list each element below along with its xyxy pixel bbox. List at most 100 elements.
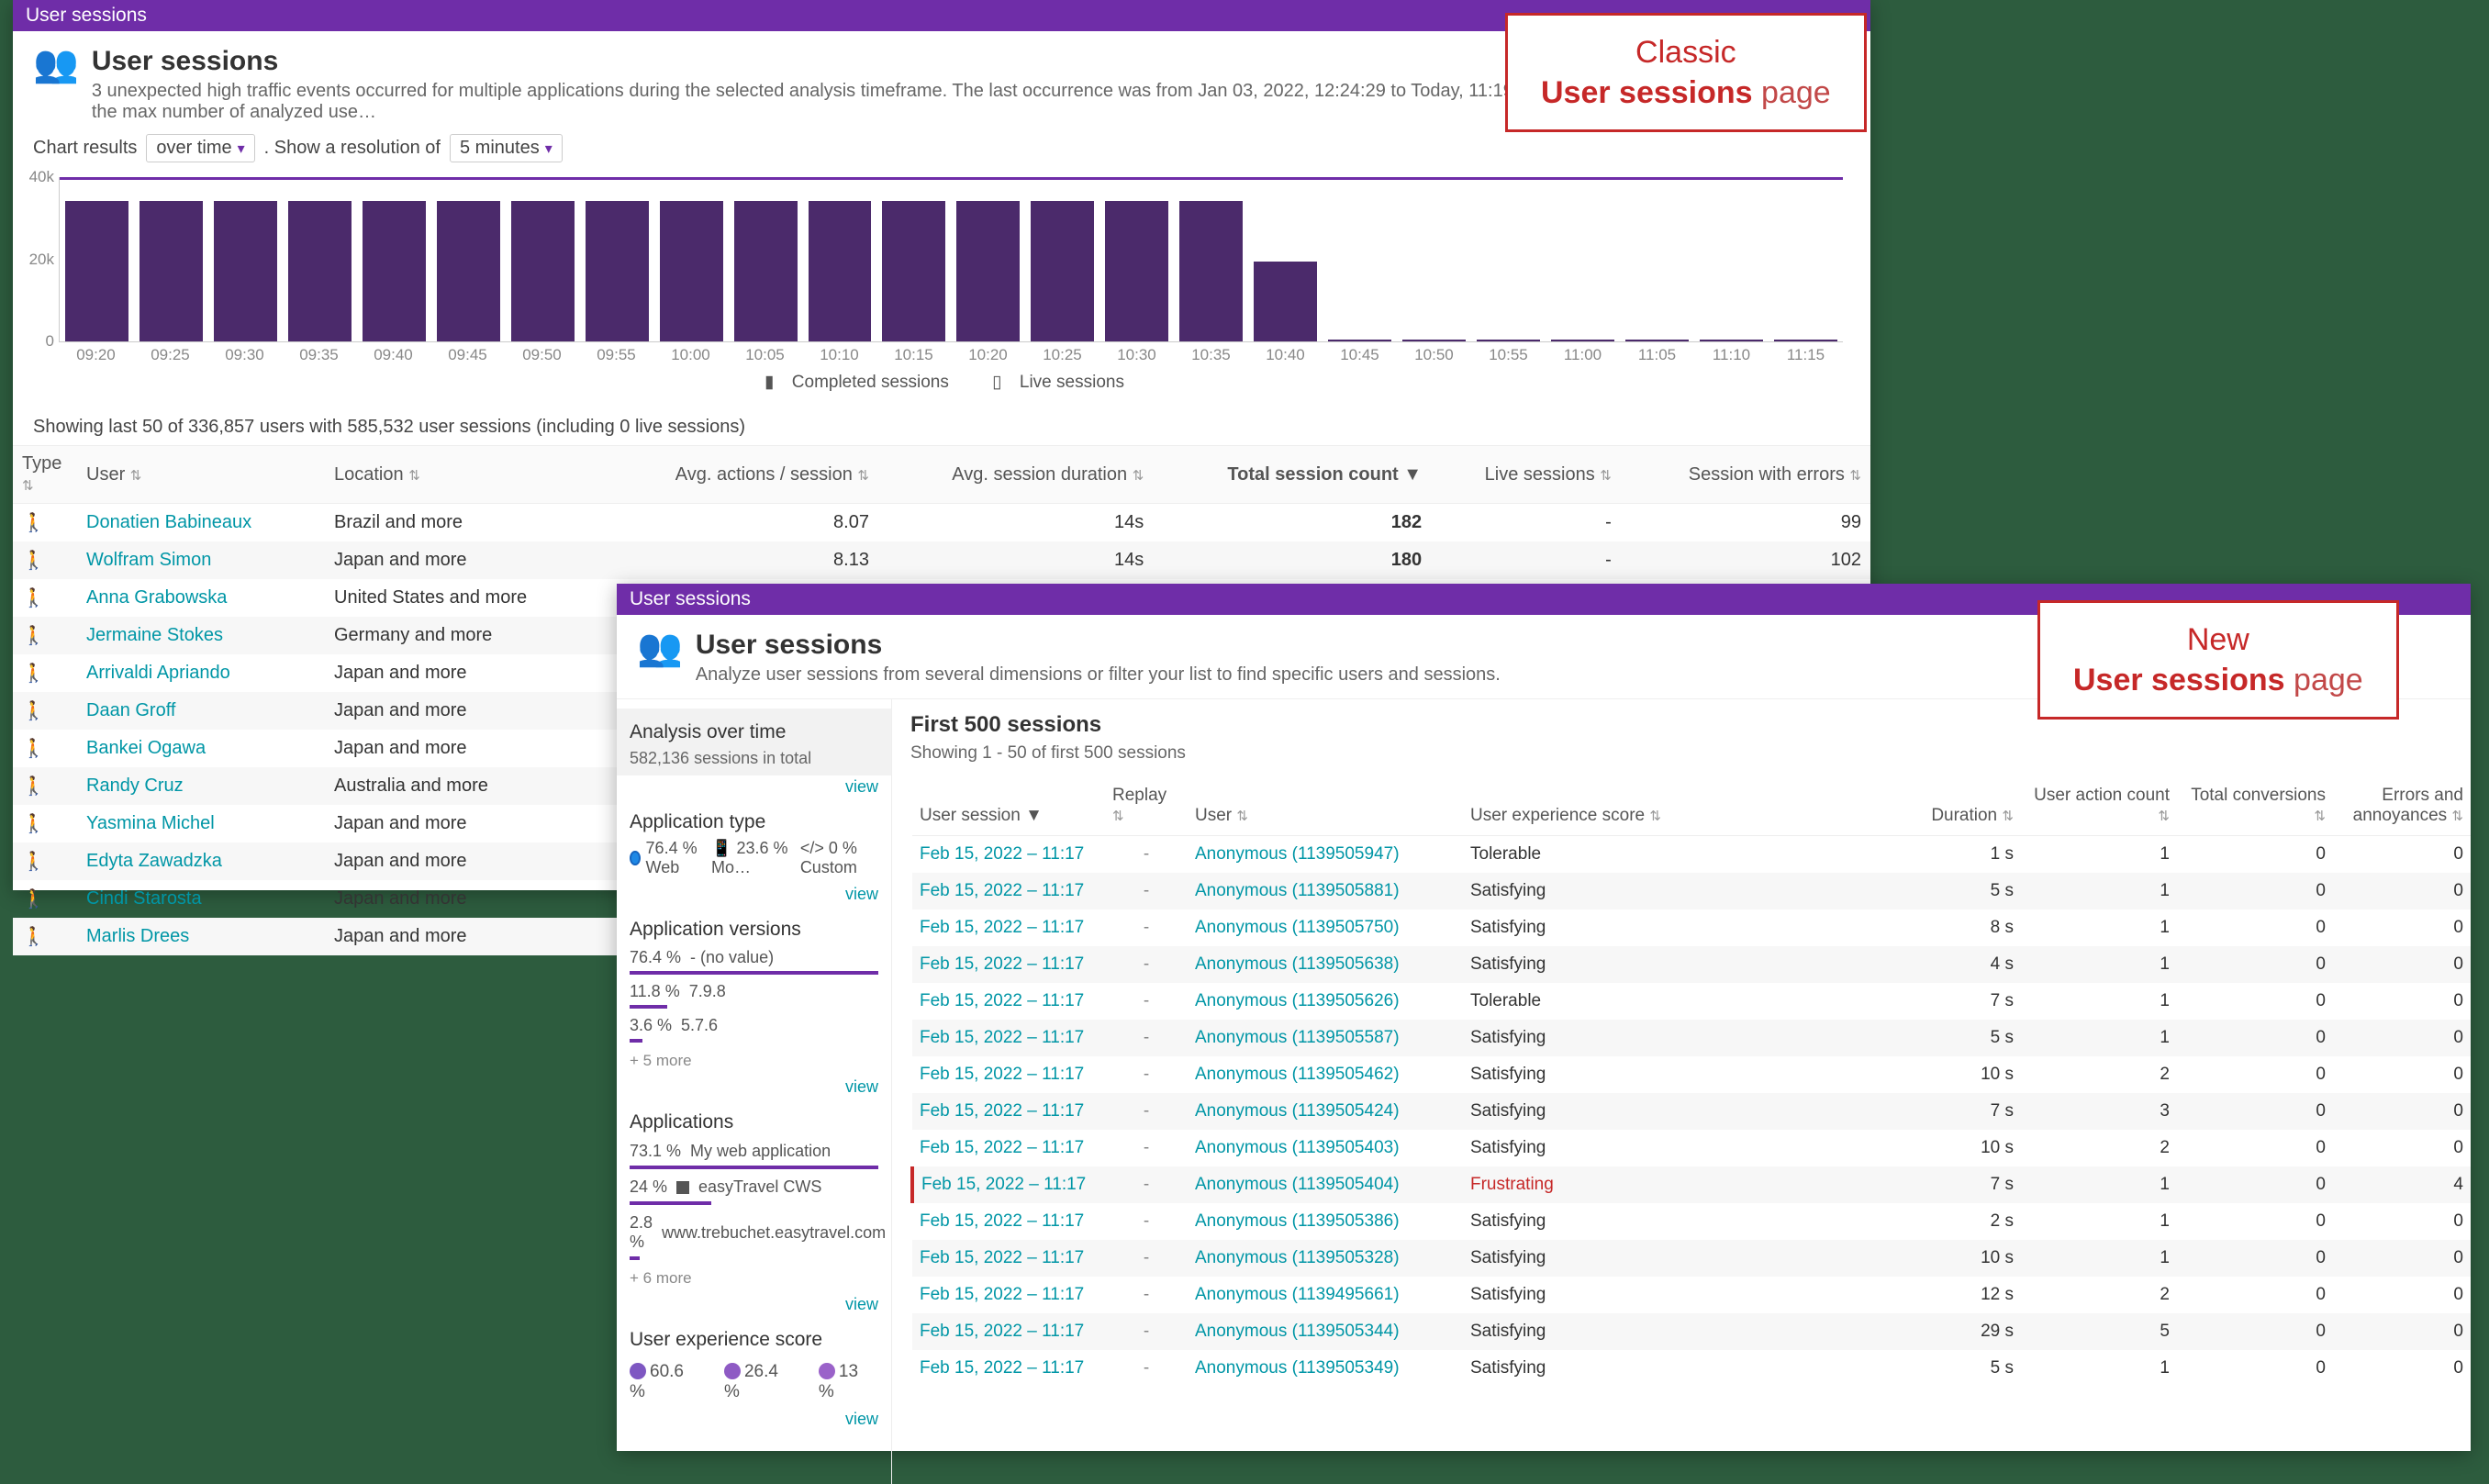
apptype-chip[interactable]: </> 0 % Custom	[800, 839, 878, 877]
table-row[interactable]: Feb 15, 2022 – 11:17-Anonymous (11395054…	[912, 1093, 2471, 1130]
user-link[interactable]: Anonymous (1139505328)	[1195, 1248, 1400, 1267]
col-type[interactable]: Type ⇅	[13, 446, 77, 504]
user-link[interactable]: Anonymous (1139505344)	[1195, 1322, 1400, 1341]
col-session[interactable]: User session ▼	[912, 776, 1105, 836]
session-link[interactable]: Feb 15, 2022 – 11:17	[920, 991, 1084, 1010]
user-link[interactable]: Wolfram Simon	[86, 550, 211, 570]
session-link[interactable]: Feb 15, 2022 – 11:17	[920, 1248, 1084, 1267]
user-link[interactable]: Anonymous (1139495661)	[1195, 1285, 1400, 1304]
table-row[interactable]: Feb 15, 2022 – 11:17-Anonymous (11394956…	[912, 1277, 2471, 1313]
col-errors[interactable]: Session with errors ⇅	[1621, 446, 1870, 504]
col-actions[interactable]: User action count ⇅	[2021, 776, 2177, 836]
uxs-chip[interactable]: 13 %	[819, 1362, 878, 1402]
session-link[interactable]: Feb 15, 2022 – 11:17	[920, 1101, 1084, 1121]
chart-results-select[interactable]: over time▾	[146, 134, 254, 162]
user-link[interactable]: Anonymous (1139505349)	[1195, 1358, 1400, 1378]
session-link[interactable]: Feb 15, 2022 – 11:17	[920, 1028, 1084, 1047]
user-link[interactable]: Anonymous (1139505424)	[1195, 1101, 1400, 1121]
appver-row[interactable]: 11.8 %7.9.8	[630, 980, 878, 1003]
view-link[interactable]: view	[617, 883, 891, 911]
col-user[interactable]: User ⇅	[1188, 776, 1463, 836]
user-link[interactable]: Donatien Babineaux	[86, 512, 251, 532]
user-link[interactable]: Randy Cruz	[86, 775, 184, 796]
cell-replay: -	[1112, 1248, 1180, 1268]
view-link[interactable]: view	[617, 775, 891, 804]
col-total-count[interactable]: Total session count ▼	[1153, 446, 1431, 504]
table-row[interactable]: Feb 15, 2022 – 11:17-Anonymous (11395056…	[912, 983, 2471, 1020]
table-row[interactable]: Feb 15, 2022 – 11:17 -Anonymous (11395053…	[912, 1240, 2471, 1277]
apptype-chip[interactable]: 📱 23.6 % Mo…	[711, 839, 791, 877]
app-row[interactable]: 24 %easyTravel CWS	[630, 1175, 878, 1199]
col-uxs[interactable]: User experience score ⇅	[1463, 776, 1902, 836]
user-link[interactable]: Anonymous (1139505462)	[1195, 1065, 1400, 1084]
session-link[interactable]: Feb 15, 2022 – 11:17	[920, 1358, 1084, 1378]
session-link[interactable]: Feb 15, 2022 – 11:17	[920, 954, 1084, 974]
table-row[interactable]: Feb 15, 2022 – 11:17-Anonymous (11395055…	[912, 1020, 2471, 1056]
user-link[interactable]: Marlis Drees	[86, 926, 189, 946]
table-row[interactable]: Feb 15, 2022 – 11:17-Anonymous (11395053…	[912, 1203, 2471, 1240]
table-row[interactable]: Feb 15, 2022 – 11:17-Anonymous (11395054…	[912, 1166, 2471, 1203]
session-link[interactable]: Feb 15, 2022 – 11:17	[920, 1138, 1084, 1157]
appver-row[interactable]: 76.4 %- (no value)	[630, 946, 878, 969]
user-link[interactable]: Bankei Ogawa	[86, 738, 206, 758]
table-row[interactable]: 🚶Donatien BabineauxBrazil and more8.0714…	[13, 504, 1870, 542]
session-link[interactable]: Feb 15, 2022 – 11:17	[921, 1175, 1086, 1194]
session-link[interactable]: Feb 15, 2022 – 11:17	[920, 1285, 1084, 1304]
col-conversions[interactable]: Total conversions ⇅	[2177, 776, 2333, 836]
table-row[interactable]: Feb 15, 2022 – 11:17-Anonymous (11395054…	[912, 1056, 2471, 1093]
cell-duration: 2 s	[1902, 1203, 2021, 1240]
user-link[interactable]: Anonymous (1139505404)	[1195, 1175, 1400, 1194]
apps-more[interactable]: + 6 more	[630, 1266, 878, 1288]
table-row[interactable]: 🚶Wolfram SimonJapan and more8.1314s180-1…	[13, 541, 1870, 579]
user-link[interactable]: Cindi Starosta	[86, 888, 202, 909]
table-row[interactable]: Feb 15, 2022 – 11:17-Anonymous (11395053…	[912, 1313, 2471, 1350]
col-avg-actions[interactable]: Avg. actions / session ⇅	[601, 446, 878, 504]
session-link[interactable]: Feb 15, 2022 – 11:17	[920, 881, 1084, 900]
col-avg-duration[interactable]: Avg. session duration ⇅	[878, 446, 1153, 504]
col-location[interactable]: Location ⇅	[325, 446, 601, 504]
uxs-chip[interactable]: 26.4 %	[724, 1362, 798, 1402]
col-errors[interactable]: Errors and annoyances ⇅	[2333, 776, 2471, 836]
apptype-chip[interactable]: 76.4 % Web	[630, 839, 702, 877]
col-live[interactable]: Live sessions ⇅	[1431, 446, 1621, 504]
table-row[interactable]: Feb 15, 2022 – 11:17-Anonymous (11395054…	[912, 1130, 2471, 1166]
app-row[interactable]: 73.1 %My web application	[630, 1139, 878, 1164]
user-link[interactable]: Anonymous (1139505386)	[1195, 1211, 1400, 1231]
session-link[interactable]: Feb 15, 2022 – 11:17	[920, 1322, 1084, 1341]
user-link[interactable]: Anonymous (1139505750)	[1195, 918, 1400, 937]
table-row[interactable]: Feb 15, 2022 – 11:17-Anonymous (11395053…	[912, 1350, 2471, 1387]
table-row[interactable]: Feb 15, 2022 – 11:17-Anonymous (11395059…	[912, 836, 2471, 874]
user-link[interactable]: Daan Groff	[86, 700, 175, 720]
col-replay[interactable]: Replay ⇅	[1105, 776, 1188, 836]
user-link[interactable]: Anna Grabowska	[86, 587, 227, 608]
view-link[interactable]: view	[617, 1408, 891, 1436]
user-link[interactable]: Jermaine Stokes	[86, 625, 223, 645]
cell-errors: 0	[2333, 873, 2471, 909]
uxs-chip[interactable]: 60.6 %	[630, 1362, 704, 1402]
app-row[interactable]: 2.8 %www.trebuchet.easytravel.com	[630, 1211, 878, 1255]
table-row[interactable]: Feb 15, 2022 – 11:17-Anonymous (11395057…	[912, 909, 2471, 946]
session-link[interactable]: Feb 15, 2022 – 11:17	[920, 1065, 1084, 1084]
view-link[interactable]: view	[617, 1076, 891, 1104]
user-link[interactable]: Anonymous (1139505638)	[1195, 954, 1400, 974]
user-link[interactable]: Arrivaldi Apriando	[86, 663, 230, 683]
table-row[interactable]: Feb 15, 2022 – 11:17-Anonymous (11395056…	[912, 946, 2471, 983]
user-link[interactable]: Anonymous (1139505881)	[1195, 881, 1400, 900]
session-link[interactable]: Feb 15, 2022 – 11:17	[920, 844, 1084, 864]
col-user[interactable]: User ⇅	[77, 446, 325, 504]
appver-row[interactable]: 3.6 %5.7.6	[630, 1014, 878, 1037]
table-row[interactable]: Feb 15, 2022 – 11:17-Anonymous (11395058…	[912, 873, 2471, 909]
user-link[interactable]: Anonymous (1139505947)	[1195, 844, 1400, 864]
appver-more[interactable]: + 5 more	[630, 1048, 878, 1070]
user-link[interactable]: Anonymous (1139505403)	[1195, 1138, 1400, 1157]
user-link[interactable]: Edyta Zawadzka	[86, 851, 222, 871]
session-link[interactable]: Feb 15, 2022 – 11:17	[920, 918, 1084, 937]
col-duration[interactable]: Duration ⇅	[1902, 776, 2021, 836]
resolution-select[interactable]: 5 minutes▾	[450, 134, 563, 162]
person-icon: 🚶	[13, 805, 77, 842]
user-link[interactable]: Yasmina Michel	[86, 813, 215, 833]
session-link[interactable]: Feb 15, 2022 – 11:17	[920, 1211, 1084, 1231]
user-link[interactable]: Anonymous (1139505587)	[1195, 1028, 1400, 1047]
view-link[interactable]: view	[617, 1293, 891, 1322]
user-link[interactable]: Anonymous (1139505626)	[1195, 991, 1400, 1010]
